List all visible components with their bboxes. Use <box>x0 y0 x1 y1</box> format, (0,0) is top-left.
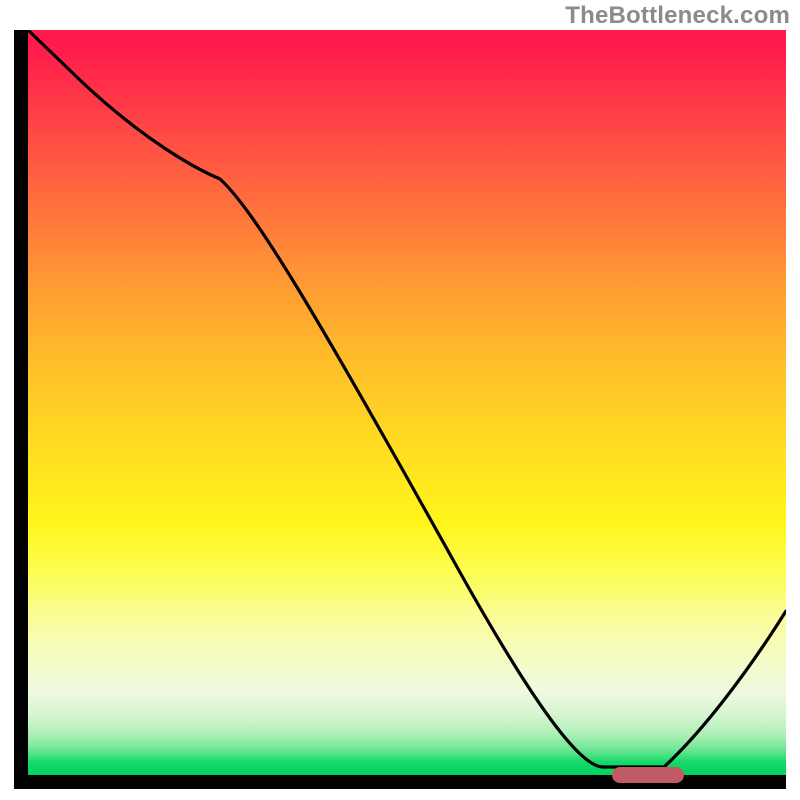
watermark-text: TheBottleneck.com <box>565 2 790 30</box>
chart-container: TheBottleneck.com <box>0 0 800 800</box>
curve-layer <box>14 30 786 790</box>
target-marker <box>612 767 684 783</box>
series-curve <box>28 30 786 767</box>
plot-area <box>14 30 786 790</box>
